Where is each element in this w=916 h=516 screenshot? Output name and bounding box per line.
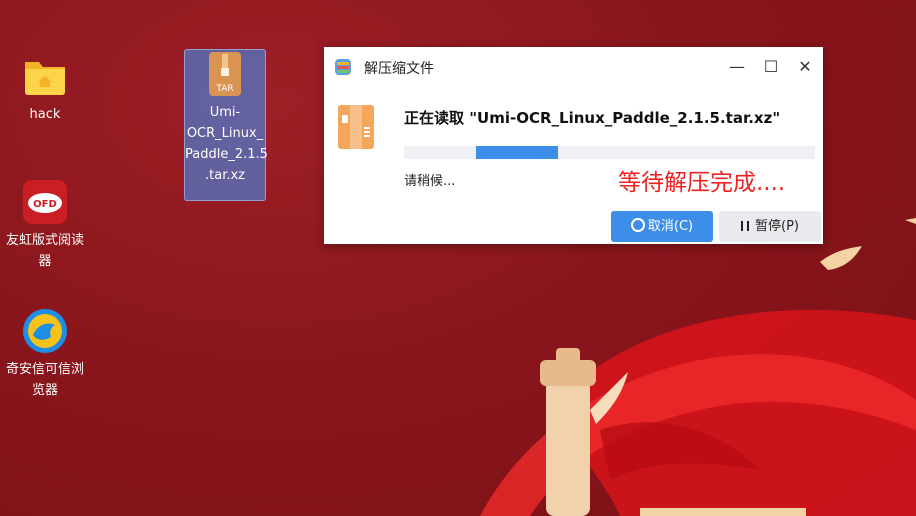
desktop-icon-label-line: OCR_Linux_	[186, 126, 264, 141]
close-button[interactable]: ✕	[790, 53, 820, 81]
dialog-title: 解压缩文件	[364, 61, 434, 77]
extract-progress-bar	[404, 146, 815, 159]
desktop-icon-label-line: .tar.xz	[205, 168, 245, 183]
ofd-reader-icon: OFD	[21, 178, 69, 226]
desktop-icon-label: hack	[29, 107, 61, 122]
archive-app-icon	[335, 59, 351, 75]
wait-text: 请稍候...	[404, 174, 456, 189]
desktop-icon-label-line: Umi-	[209, 105, 241, 120]
progress-fill	[475, 146, 559, 159]
pause-label: 暂停(P)	[755, 219, 799, 234]
ofd-badge-text: OFD	[33, 199, 57, 210]
maximize-button[interactable]: ☐	[756, 53, 786, 81]
extract-dialog: 解压缩文件 — ☐ ✕ 正在读取 "Umi-OCR_Linux_Paddle_2…	[324, 47, 823, 244]
desktop-icon-label-line: 友虹版式阅读	[5, 233, 84, 248]
annotation-text: 等待解压完成....	[618, 170, 786, 196]
minimize-button[interactable]: —	[722, 53, 752, 81]
radio-icon	[630, 218, 645, 232]
folder-icon	[21, 52, 69, 100]
reading-status-text: 正在读取 "Umi-OCR_Linux_Paddle_2.1.5.tar.xz"	[404, 109, 781, 127]
desktop-icon-label-line: 奇安信可信浏	[5, 362, 84, 377]
browser-icon	[21, 307, 69, 355]
tar-archive-icon: TAR	[201, 50, 249, 98]
tar-badge-text: TAR	[215, 84, 233, 94]
cancel-button[interactable]: 取消(C)	[611, 211, 713, 242]
dialog-titlebar[interactable]: 解压缩文件 — ☐ ✕	[324, 47, 823, 87]
cancel-label: 取消(C)	[647, 219, 694, 234]
desktop-icon-label-line: 览器	[31, 383, 58, 398]
desktop-icon-label-line: Paddle_2.1.5	[185, 147, 268, 162]
desktop-icon-qianxin-browser[interactable]: 奇安信可信浏 览器	[5, 307, 85, 401]
desktop-icon-label-line: 器	[38, 254, 52, 269]
pause-icon	[741, 221, 749, 231]
pause-button[interactable]: 暂停(P)	[719, 211, 821, 242]
desktop-icon-hack[interactable]: hack	[5, 52, 85, 125]
archive-file-icon	[338, 105, 374, 149]
desktop-icon-umi-ocr-archive[interactable]: TAR Umi- OCR_Linux_ Paddle_2.1.5 .tar.xz	[184, 49, 268, 201]
desktop-icon-ofd-reader[interactable]: OFD 友虹版式阅读 器	[5, 178, 85, 272]
